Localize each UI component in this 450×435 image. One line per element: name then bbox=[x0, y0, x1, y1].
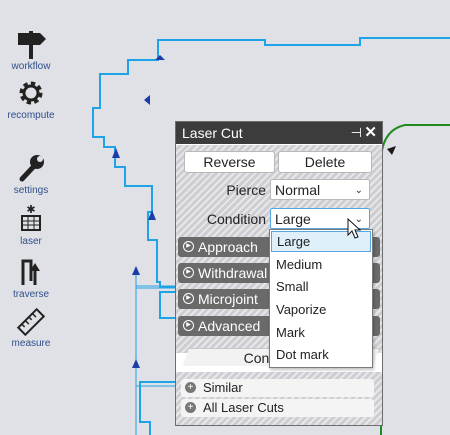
cut-path-blue-bottom[interactable] bbox=[139, 381, 175, 435]
ruler-icon bbox=[16, 308, 46, 336]
recompute-label: recompute bbox=[7, 110, 55, 121]
cut-path-blue-lower[interactable] bbox=[159, 291, 175, 319]
laser-tool[interactable]: ✱ laser bbox=[0, 204, 62, 247]
panel-title: Laser Cut bbox=[182, 125, 243, 141]
links-area: + Similar + All Laser Cuts bbox=[176, 372, 382, 425]
left-toolbar: workflow recompute settings ✱ laser trav… bbox=[0, 0, 62, 435]
expand-icon: ▶ bbox=[183, 293, 194, 304]
similar-label: Similar bbox=[203, 380, 243, 395]
direction-arrow bbox=[155, 55, 165, 60]
wrench-icon bbox=[19, 155, 44, 182]
traverse-icon bbox=[21, 259, 40, 285]
pierce-select[interactable]: Normal ⌄ bbox=[270, 179, 370, 200]
svg-text:✱: ✱ bbox=[26, 204, 35, 216]
measure-tool[interactable]: measure bbox=[0, 308, 62, 349]
pierce-value: Normal bbox=[275, 182, 321, 198]
pierce-label: Pierce bbox=[226, 182, 266, 198]
option-small[interactable]: Small bbox=[271, 276, 371, 297]
expand-icon: ▶ bbox=[183, 320, 194, 331]
laser-icon: ✱ bbox=[21, 204, 41, 231]
option-mark[interactable]: Mark bbox=[271, 322, 371, 343]
option-medium[interactable]: Medium bbox=[271, 254, 371, 275]
condition-dropdown-list: Large Medium Small Vaporize Mark Dot mar… bbox=[269, 229, 373, 368]
close-icon[interactable]: ✕ bbox=[364, 122, 377, 144]
gear-icon bbox=[19, 81, 43, 105]
mouse-cursor-icon bbox=[347, 218, 361, 239]
plus-icon: + bbox=[185, 402, 196, 413]
traverse-tool[interactable]: traverse bbox=[0, 257, 62, 300]
reverse-button[interactable]: Reverse bbox=[184, 151, 275, 173]
measure-label: measure bbox=[11, 338, 51, 349]
direction-arrow bbox=[144, 95, 150, 105]
section-approach-label: Approach bbox=[198, 239, 258, 255]
delete-button[interactable]: Delete bbox=[278, 151, 372, 173]
panel-header: Laser Cut ⊣ ✕ bbox=[176, 122, 382, 144]
traverse-label: traverse bbox=[12, 289, 50, 300]
cut-path-green[interactable] bbox=[380, 124, 450, 435]
direction-arrow-green bbox=[387, 146, 396, 155]
section-withdrawal-label: Withdrawal bbox=[198, 265, 268, 281]
direction-arrow bbox=[132, 266, 140, 275]
workflow-label: workflow bbox=[11, 61, 51, 72]
condition-label: Condition bbox=[206, 211, 266, 227]
laser-label: laser bbox=[20, 236, 42, 247]
plus-icon: + bbox=[185, 382, 196, 393]
workflow-tool[interactable]: workflow bbox=[0, 27, 62, 72]
section-advanced-label: Advanced bbox=[198, 318, 261, 334]
all-laser-cuts-link[interactable]: + All Laser Cuts bbox=[181, 399, 374, 417]
settings-tool[interactable]: settings bbox=[0, 153, 62, 196]
all-laser-cuts-label: All Laser Cuts bbox=[203, 400, 284, 415]
option-dot-mark[interactable]: Dot mark bbox=[271, 344, 371, 365]
expand-icon: ▶ bbox=[183, 267, 194, 278]
signpost-icon bbox=[18, 31, 46, 59]
expand-icon: ▶ bbox=[183, 241, 194, 252]
condition-value: Large bbox=[275, 211, 311, 227]
direction-arrow bbox=[132, 359, 140, 368]
section-microjoint-label: Microjoint bbox=[198, 291, 258, 307]
direction-arrow bbox=[112, 148, 120, 158]
chevron-down-icon: ⌄ bbox=[354, 185, 363, 196]
con-label: Con bbox=[243, 350, 270, 366]
settings-label: settings bbox=[13, 185, 49, 196]
similar-link[interactable]: + Similar bbox=[181, 379, 374, 397]
recompute-tool[interactable]: recompute bbox=[0, 78, 62, 121]
pin-icon[interactable]: ⊣ bbox=[351, 122, 362, 144]
option-vaporize[interactable]: Vaporize bbox=[271, 299, 371, 320]
